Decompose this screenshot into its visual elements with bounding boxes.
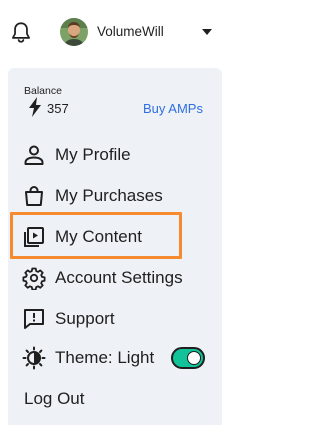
shopping-bag-icon: [22, 184, 46, 208]
bolt-icon: [29, 97, 41, 117]
log-out-link[interactable]: Log Out: [24, 389, 85, 409]
contrast-icon: [22, 346, 46, 370]
toggle-knob: [187, 351, 201, 365]
caret-down-icon[interactable]: [200, 27, 214, 37]
avatar[interactable]: [60, 18, 88, 46]
menu-item-label: Support: [55, 309, 115, 328]
menu-item-label: Theme: Light: [55, 348, 155, 367]
menu-item-my-content[interactable]: My Content: [22, 220, 212, 254]
menu-item-label: My Profile: [55, 145, 131, 164]
menu-item-label: My Purchases: [55, 186, 163, 205]
menu-item-my-profile[interactable]: My Profile: [22, 138, 212, 172]
bell-icon[interactable]: [8, 20, 34, 46]
menu-item-account-settings[interactable]: Account Settings: [22, 261, 212, 295]
menu-item-label: Account Settings: [55, 268, 183, 287]
username[interactable]: VolumeWill: [97, 24, 164, 39]
top-bar: VolumeWill: [0, 0, 241, 66]
menu-item-label: My Content: [55, 227, 142, 246]
person-icon: [22, 143, 46, 167]
gear-icon: [22, 266, 46, 290]
buy-amps-link[interactable]: Buy AMPs: [143, 101, 203, 116]
theme-toggle[interactable]: [171, 347, 205, 369]
play-library-icon: [22, 225, 46, 249]
balance-value: 357: [47, 101, 69, 116]
menu-item-my-purchases[interactable]: My Purchases: [22, 179, 212, 213]
chat-alert-icon: [22, 307, 46, 331]
balance-label: Balance: [24, 85, 62, 97]
menu-item-support[interactable]: Support: [22, 302, 212, 336]
